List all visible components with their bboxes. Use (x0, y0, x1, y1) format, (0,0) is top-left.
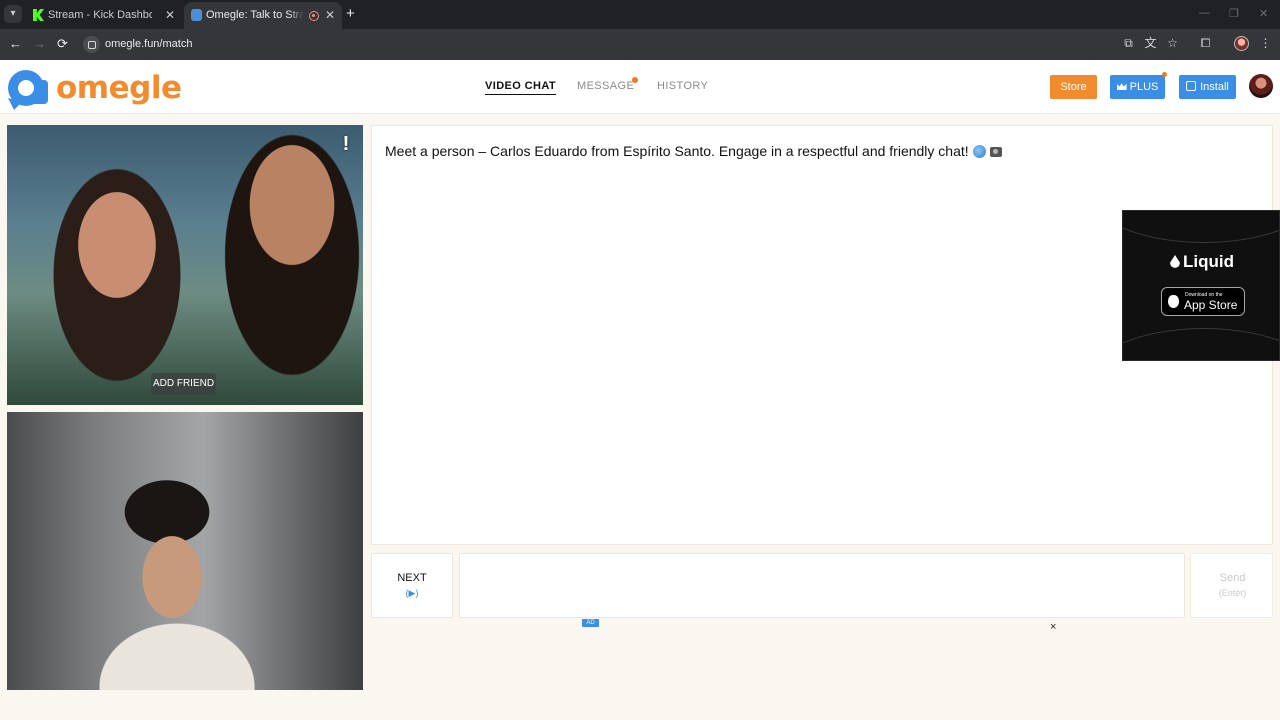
browser-toolbar: ← → ⟳ omegle.fun/match ⧉ 文 ☆ ⧠ ⋮ (0, 29, 1280, 60)
next-hint: (▶) (405, 588, 419, 598)
camera-icon (989, 147, 1002, 157)
ad-brand-name: Liquid (1183, 252, 1234, 271)
tab-close-icon[interactable]: ✕ (325, 8, 335, 22)
report-button[interactable]: ! (337, 133, 355, 155)
site-info-icon[interactable] (83, 36, 100, 53)
plus-label: PLUS (1129, 81, 1159, 93)
liquid-ad[interactable]: Liquid Download on the App Store (1122, 210, 1280, 361)
store-button[interactable]: Store (1050, 75, 1097, 99)
chat-intro-message: Meet a person – Carlos Eduardo from Espí… (385, 143, 1002, 159)
self-video (7, 412, 363, 690)
reload-button[interactable]: ⟳ (57, 36, 68, 52)
tab-title: Stream - Kick Dashboard (48, 9, 152, 21)
url-text: omegle.fun/match (105, 38, 193, 50)
globe-icon (972, 145, 986, 158)
tab-title: Omegle: Talk to Strangers with (206, 9, 304, 21)
kick-favicon-icon (33, 9, 44, 21)
browser-menu-icon[interactable]: ⋮ (1259, 37, 1272, 50)
tab-kick-dashboard[interactable]: Stream - Kick Dashboard ✕ (26, 2, 182, 29)
install-app-icon[interactable]: ⧉ (1122, 37, 1135, 50)
browser-tab-bar: ▾ Stream - Kick Dashboard ✕ Omegle: Talk… (0, 0, 1280, 29)
crown-icon (1116, 83, 1127, 90)
send-hint: (Enter) (1218, 588, 1247, 598)
send-button[interactable]: Send (Enter) (1190, 553, 1273, 618)
tab-search-button[interactable]: ▾ (4, 5, 22, 23)
add-friend-button[interactable]: ADD FRIEND (151, 373, 216, 395)
extensions-icon[interactable]: ⧠ (1199, 37, 1212, 50)
apple-icon (1168, 295, 1179, 308)
message-input[interactable] (459, 553, 1185, 618)
app-store-big-text: App Store (1184, 298, 1238, 312)
plus-notification-dot (1162, 72, 1167, 77)
send-label: Send (1219, 572, 1246, 584)
window-close-button[interactable]: ✕ (1259, 7, 1268, 20)
logo-text: omegle (56, 70, 182, 106)
ad-badge: AD (582, 619, 599, 627)
tab-close-icon[interactable]: ✕ (165, 8, 175, 22)
omegle-logo[interactable]: omegle (6, 68, 182, 110)
app-store-badge[interactable]: Download on the App Store (1161, 287, 1245, 316)
forward-button[interactable]: → (33, 36, 46, 52)
message-notification-dot (632, 77, 638, 83)
ad-close-button[interactable]: × (1050, 621, 1056, 633)
liquid-drop-icon (1170, 255, 1180, 268)
next-button[interactable]: NEXT (▶) (371, 553, 453, 618)
new-tab-button[interactable]: + (346, 5, 355, 23)
install-label: Install (1200, 81, 1229, 93)
site-header: omegle VIDEO CHAT MESSAGE HISTORY Store … (0, 60, 1280, 114)
omegle-favicon-icon (191, 9, 202, 21)
recording-indicator-icon (309, 11, 319, 21)
omegle-logo-icon (8, 70, 48, 110)
translate-icon[interactable]: 文 (1144, 37, 1157, 50)
stranger-video: ! ADD FRIEND (7, 125, 363, 405)
browser-profile-avatar[interactable] (1234, 36, 1249, 51)
next-label: NEXT (397, 572, 427, 584)
install-button[interactable]: Install (1179, 75, 1236, 99)
install-icon (1186, 81, 1197, 91)
intro-text: Meet a person – Carlos Eduardo from Espí… (385, 143, 969, 159)
user-avatar[interactable] (1249, 74, 1273, 98)
nav-history[interactable]: HISTORY (657, 80, 708, 92)
back-button[interactable]: ← (9, 36, 22, 52)
bookmark-star-icon[interactable]: ☆ (1166, 37, 1179, 50)
ad-brand: Liquid (1123, 252, 1279, 272)
nav-message[interactable]: MESSAGE (577, 80, 634, 92)
address-bar[interactable]: omegle.fun/match (80, 32, 1110, 57)
minimize-button[interactable]: — (1199, 7, 1210, 19)
nav-video-chat[interactable]: VIDEO CHAT (485, 80, 557, 95)
tab-omegle[interactable]: Omegle: Talk to Strangers with ✕ (184, 2, 342, 29)
maximize-button[interactable]: ❐ (1229, 7, 1239, 20)
plus-button[interactable]: PLUS (1110, 75, 1165, 99)
